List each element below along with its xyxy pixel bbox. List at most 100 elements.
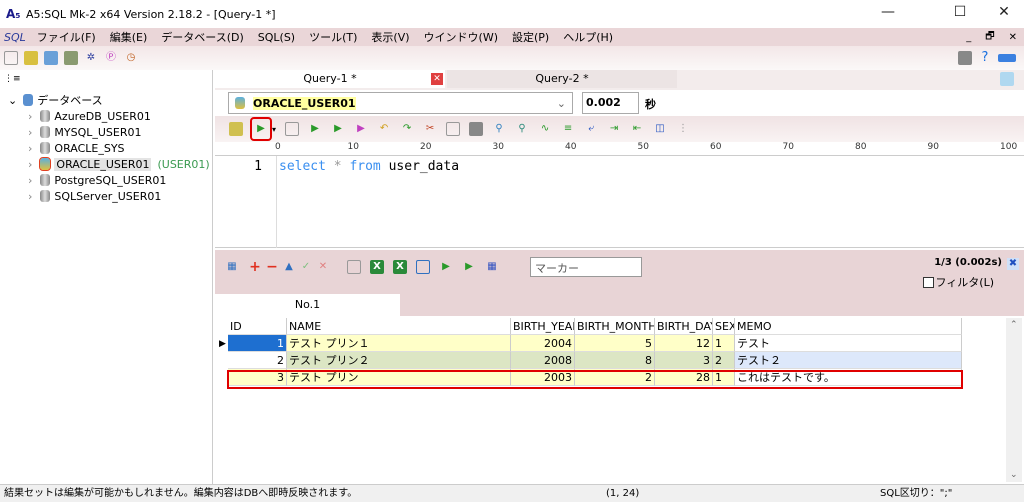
excel-icon[interactable]: X bbox=[370, 260, 384, 274]
table-cell[interactable]: これはテストです。 bbox=[735, 369, 962, 386]
table-icon[interactable] bbox=[64, 51, 78, 65]
table-cell[interactable]: テスト プリン bbox=[287, 369, 511, 386]
run-icon[interactable]: ▶ bbox=[250, 117, 272, 141]
plugin-icon[interactable]: Ⓟ bbox=[104, 51, 118, 65]
table-cell[interactable]: テスト プリン２ bbox=[287, 352, 511, 369]
menu-settings[interactable]: 設定(P) bbox=[505, 29, 556, 45]
help-icon[interactable]: ? bbox=[978, 51, 992, 65]
menu-help[interactable]: ヘルプ(H) bbox=[556, 29, 620, 45]
menu-file[interactable]: ファイル(F) bbox=[30, 29, 103, 45]
table-cell[interactable]: 1 bbox=[228, 335, 287, 352]
menu-view[interactable]: 表示(V) bbox=[364, 29, 416, 45]
table-cell[interactable]: 2 bbox=[713, 352, 735, 369]
tree-item[interactable]: › ORACLE_SYS bbox=[0, 140, 213, 156]
column-header[interactable]: BIRTH_MONTH bbox=[575, 318, 655, 335]
sql-code[interactable]: select * from user_data bbox=[279, 159, 459, 174]
tab-query-1[interactable]: Query-1 * bbox=[215, 70, 445, 88]
menu-sql[interactable]: SQL(S) bbox=[251, 31, 302, 44]
search-icon[interactable]: ⚲ bbox=[492, 122, 506, 136]
explain-icon[interactable]: ▶ bbox=[354, 122, 368, 136]
scroll-up-icon[interactable]: ⌃ bbox=[1010, 320, 1018, 330]
table-cell[interactable]: テスト プリン１ bbox=[287, 335, 511, 352]
paste-icon[interactable] bbox=[469, 122, 484, 136]
table-cell[interactable]: テスト bbox=[735, 335, 962, 352]
tree-item[interactable]: › AzureDB_USER01 bbox=[0, 108, 213, 124]
tree-toggle-icon[interactable]: ⋮≡ bbox=[4, 74, 21, 84]
column-header[interactable]: NAME bbox=[287, 318, 511, 335]
column-header[interactable]: MEMO bbox=[735, 318, 962, 335]
tree-item[interactable]: › SQLServer_USER01 bbox=[0, 188, 213, 204]
table-cell[interactable]: 2003 bbox=[511, 369, 575, 386]
chevron-right-icon[interactable]: › bbox=[28, 142, 32, 155]
close-tab-icon[interactable]: ✕ bbox=[431, 73, 443, 85]
mdi-minimize-button[interactable]: _ bbox=[959, 32, 978, 43]
window-icon[interactable] bbox=[958, 51, 972, 65]
marker-input[interactable]: マーカー bbox=[530, 257, 642, 277]
maximize-button[interactable]: ☐ bbox=[940, 4, 980, 24]
sql-editor[interactable]: 1 select * from user_data bbox=[215, 156, 1024, 248]
table-cell[interactable]: 5 bbox=[575, 335, 655, 352]
run-ab-icon[interactable]: ▶ bbox=[308, 122, 322, 136]
chevron-down-icon[interactable]: ⌄ bbox=[557, 97, 566, 110]
mdi-close-button[interactable]: ✕ bbox=[1002, 32, 1024, 43]
table-cell[interactable]: 1 bbox=[713, 369, 735, 386]
tab-query-2[interactable]: Query-2 * bbox=[447, 70, 677, 88]
grid-icon[interactable]: ▦ bbox=[485, 260, 499, 274]
new-file-icon[interactable] bbox=[4, 51, 18, 65]
table-cell[interactable]: 8 bbox=[575, 352, 655, 369]
column-header[interactable]: BIRTH_YEAR bbox=[511, 318, 575, 335]
add-row-icon[interactable]: + bbox=[248, 260, 262, 274]
tree-view-icon[interactable]: ⋮ bbox=[676, 122, 690, 136]
copy-icon[interactable] bbox=[446, 122, 461, 136]
clear-icon[interactable] bbox=[229, 122, 243, 136]
cancel-icon[interactable]: ✕ bbox=[316, 260, 330, 274]
column-header[interactable]: ID bbox=[228, 318, 287, 335]
connection-select[interactable]: ORACLE_USER01 ⌄ bbox=[228, 92, 573, 114]
menu-edit[interactable]: 編集(E) bbox=[103, 29, 155, 45]
table-cell[interactable]: 3 bbox=[655, 352, 713, 369]
outdent-icon[interactable]: ⇤ bbox=[630, 122, 644, 136]
format-icon[interactable]: ∿ bbox=[538, 122, 552, 136]
menu-database[interactable]: データベース(D) bbox=[154, 29, 251, 45]
tree-root[interactable]: ⌄ データベース bbox=[0, 92, 213, 108]
column-header[interactable]: BIRTH_DAY bbox=[655, 318, 713, 335]
timeout-input[interactable]: 0.002 bbox=[582, 92, 639, 114]
menu-tools[interactable]: ツール(T) bbox=[302, 29, 364, 45]
undo-icon[interactable]: ↶ bbox=[377, 122, 391, 136]
table-cell[interactable]: 2 bbox=[575, 369, 655, 386]
table-cell[interactable]: 3 bbox=[228, 369, 287, 386]
table-cell[interactable]: 2004 bbox=[511, 335, 575, 352]
tree-item[interactable]: › PostgreSQL_USER01 bbox=[0, 172, 213, 188]
table-cell[interactable]: 28 bbox=[655, 369, 713, 386]
scroll-down-icon[interactable]: ⌄ bbox=[1010, 470, 1018, 480]
column-header[interactable]: SEX bbox=[713, 318, 735, 335]
export-icon[interactable] bbox=[347, 260, 361, 274]
table-cell[interactable]: 12 bbox=[655, 335, 713, 352]
chevron-right-icon[interactable]: › bbox=[28, 158, 32, 171]
chevron-down-icon[interactable]: ⌄ bbox=[8, 94, 17, 107]
stop-icon[interactable] bbox=[285, 122, 300, 136]
open-icon[interactable] bbox=[24, 51, 38, 65]
delete-row-icon[interactable]: − bbox=[265, 260, 279, 274]
calendar-icon[interactable]: ▦ bbox=[225, 260, 239, 274]
replace-icon[interactable]: ⚲ bbox=[515, 122, 529, 136]
record-icon[interactable] bbox=[416, 260, 430, 274]
tab-result-1[interactable]: No.1 bbox=[215, 294, 400, 316]
chevron-right-icon[interactable]: › bbox=[28, 126, 32, 139]
vertical-scrollbar[interactable]: ⌃ ⌄ bbox=[1006, 318, 1022, 482]
layout-icon[interactable]: ◫ bbox=[653, 122, 667, 136]
minimize-button[interactable]: — bbox=[868, 4, 908, 24]
up-icon[interactable]: ▲ bbox=[282, 260, 296, 274]
mdi-restore-button[interactable]: 🗗 bbox=[978, 29, 1001, 46]
cut-icon[interactable]: ✂ bbox=[423, 122, 437, 136]
clock-icon[interactable]: ◷ bbox=[124, 51, 138, 65]
wrap-icon[interactable]: ⤶ bbox=[584, 122, 598, 136]
tree-item-selected[interactable]: › ORACLE_USER01 (USER01) bbox=[0, 156, 213, 172]
chevron-right-icon[interactable]: › bbox=[28, 174, 32, 187]
run-dropdown-icon[interactable]: ▾ bbox=[272, 125, 276, 134]
indent-icon[interactable]: ⇥ bbox=[607, 122, 621, 136]
gear-icon[interactable]: ✲ bbox=[84, 51, 98, 65]
table-cell[interactable]: テスト２ bbox=[735, 352, 962, 369]
menu-window[interactable]: ウインドウ(W) bbox=[417, 29, 505, 45]
excel-all-icon[interactable]: X bbox=[393, 260, 407, 274]
